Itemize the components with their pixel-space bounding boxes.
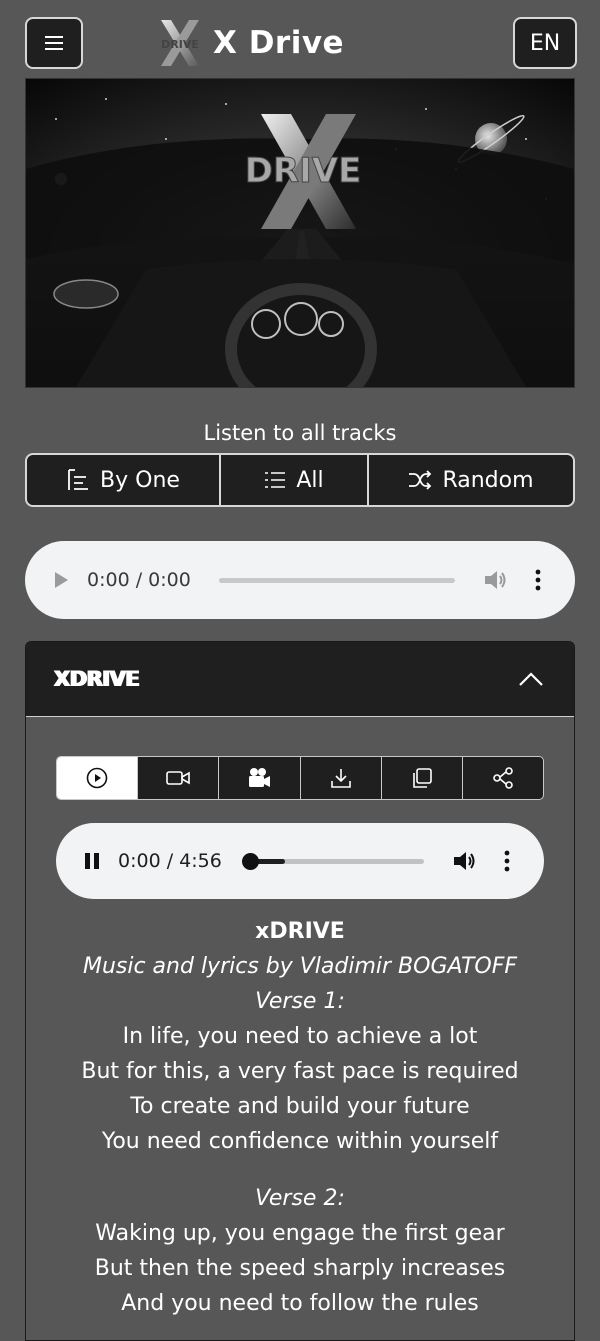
- camera-icon: [249, 768, 271, 787]
- listen-title: Listen to all tracks: [203, 421, 397, 445]
- random-label: Random: [442, 467, 534, 493]
- more-options-icon[interactable]: [498, 848, 516, 874]
- random-button[interactable]: Random: [369, 455, 573, 505]
- by-one-button[interactable]: By One: [27, 455, 221, 505]
- copy-icon: [412, 768, 432, 788]
- play-circle-icon: [86, 767, 108, 789]
- track-header-title: XDRIVE: [54, 667, 140, 691]
- lyric-line: You need confidence within yourself: [101, 1129, 499, 1154]
- main-audio-player: 0:00 / 0:00: [25, 541, 575, 619]
- lyric-line: To create and build your future: [130, 1094, 470, 1119]
- share-icon: [493, 767, 513, 789]
- lyric-line: But for this, a very fast pace is requir…: [81, 1059, 519, 1084]
- numbered-list-icon: [265, 472, 286, 488]
- brand-link[interactable]: DRIVE X Drive: [155, 18, 344, 68]
- track-player-progress-track[interactable]: [241, 852, 424, 870]
- play-mode-buttons: By One All Random: [25, 453, 575, 507]
- by-one-label: By One: [100, 467, 180, 493]
- sort-list-icon: [68, 469, 89, 490]
- song-credit: Music and lyrics by Vladimir BOGATOFF: [82, 954, 518, 979]
- video-tool-button[interactable]: [138, 757, 220, 799]
- svg-text:DRIVE: DRIVE: [161, 38, 199, 51]
- share-tool-button[interactable]: [463, 757, 543, 799]
- svg-text:DRIVE: DRIVE: [245, 151, 362, 191]
- track-accordion: XDRIVE xDRIVE Music and lyrics by Vladim…: [25, 641, 575, 1341]
- copy-tool-button[interactable]: [382, 757, 463, 799]
- lyric-line: In life, you need to achieve a lot: [122, 1024, 478, 1049]
- play-tool-button[interactable]: [57, 757, 139, 799]
- verse-1-label: Verse 1:: [255, 989, 345, 1014]
- track-player-time: 0:00 / 4:56: [118, 850, 222, 872]
- video-icon: [166, 771, 191, 785]
- chevron-up-icon: [519, 672, 543, 686]
- download-tool-button[interactable]: [301, 757, 382, 799]
- lyric-line: And you need to follow the rules: [121, 1291, 479, 1316]
- song-title: xDRIVE: [255, 919, 345, 944]
- more-options-icon[interactable]: [529, 567, 547, 593]
- all-label: All: [296, 467, 324, 493]
- camera-tool-button[interactable]: [219, 757, 301, 799]
- volume-icon[interactable]: [483, 567, 509, 593]
- hero-image: DRIVE: [25, 78, 575, 388]
- top-bar: DRIVE X Drive EN: [0, 0, 600, 80]
- accordion-header[interactable]: XDRIVE: [26, 642, 574, 717]
- menu-button[interactable]: [25, 17, 83, 69]
- brand-logo: DRIVE: [161, 20, 199, 66]
- main-player-time: 0:00 / 0:00: [87, 569, 191, 591]
- verse-2-label: Verse 2:: [255, 1186, 345, 1211]
- hamburger-icon: [45, 36, 63, 50]
- pause-icon[interactable]: [84, 852, 100, 870]
- track-audio-player: 0:00 / 4:56: [56, 823, 544, 899]
- brand-title: X Drive: [213, 25, 345, 61]
- download-icon: [330, 769, 351, 788]
- all-button[interactable]: All: [221, 455, 369, 505]
- lyric-line: But then the speed sharply increases: [94, 1256, 506, 1281]
- lyrics-block: xDRIVE Music and lyrics by Vladimir BOGA…: [26, 914, 574, 1321]
- main-player-progress-track[interactable]: [218, 577, 455, 583]
- language-button[interactable]: EN: [513, 17, 577, 69]
- play-icon[interactable]: [53, 571, 69, 589]
- volume-icon[interactable]: [452, 848, 478, 874]
- track-toolbar: [56, 756, 544, 800]
- lyric-line: Waking up, you engage the first gear: [95, 1221, 505, 1246]
- track-player-progress-knob[interactable]: [241, 852, 259, 870]
- shuffle-icon: [409, 470, 432, 490]
